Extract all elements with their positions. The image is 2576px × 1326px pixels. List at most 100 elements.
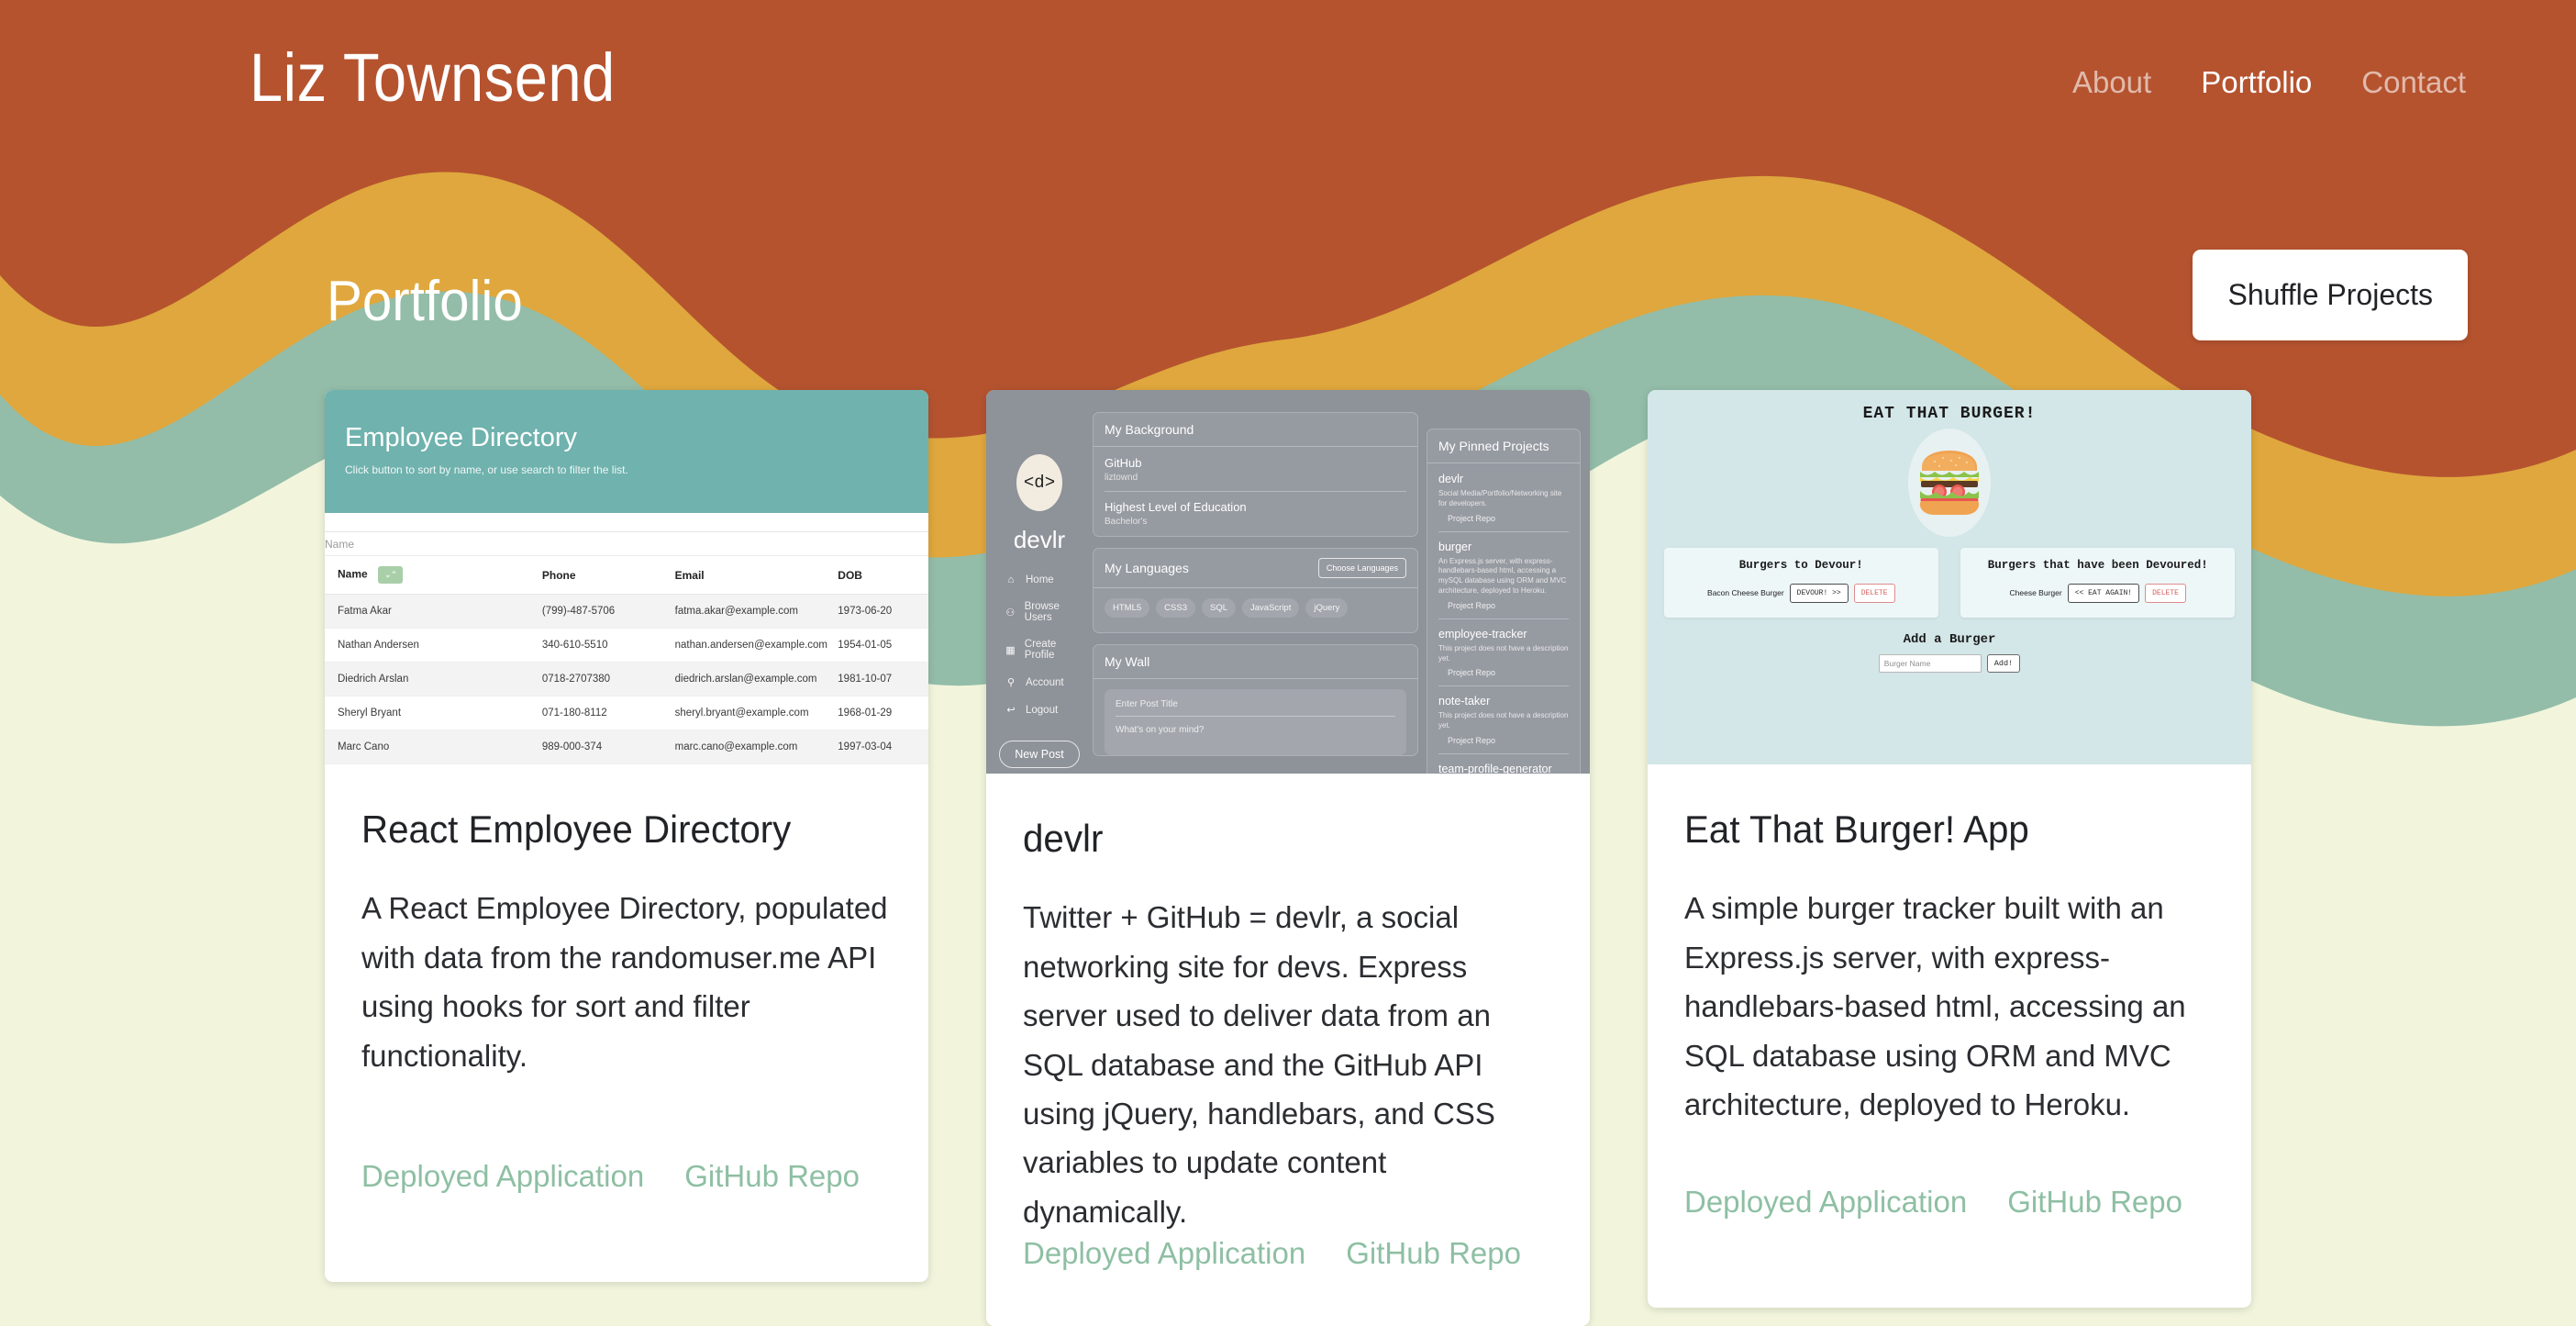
pinned-project-desc: This project does not have a description… (1438, 711, 1569, 730)
language-tag: SQL (1201, 598, 1236, 618)
devour-button[interactable]: DEVOUR! >> (1789, 583, 1849, 603)
page-title-row: Portfolio Shuffle Projects (0, 250, 2576, 340)
ed-search-input[interactable]: Name (325, 531, 928, 556)
burger-row: Cheese Burger << EAT AGAIN! DELETE (1970, 583, 2226, 603)
burgers-devoured-header: Burgers that have been Devoured! (1987, 559, 2208, 572)
my-wall-panel: My Wall Enter Post Title What's on your … (1093, 644, 1418, 756)
project-card-body: devlr Twitter + GitHub = devlr, a social… (986, 774, 1590, 1326)
grid-icon: ▦ (1005, 644, 1016, 656)
sidebar-item-label: Account (1026, 676, 1064, 688)
sidebar-item-account[interactable]: ⚲ Account (1005, 676, 1083, 689)
github-repo-link[interactable]: GitHub Repo (1346, 1236, 1521, 1271)
pinned-project-name: team-profile-generator (1438, 762, 1552, 774)
project-repo-link[interactable]: Project Repo (1448, 668, 1569, 677)
github-repo-link[interactable]: GitHub Repo (2007, 1185, 2182, 1220)
nav-link-about[interactable]: About (2072, 65, 2151, 100)
sidebar-item-browse-users[interactable]: ⚇ Browse Users (1005, 601, 1083, 623)
project-card[interactable]: EAT THAT BURGER! Burgers to Devour! Baco… (1648, 390, 2251, 1308)
post-title-input[interactable]: Enter Post Title (1116, 699, 1395, 717)
ed-table-header-row: Name ⌄⌃ Phone Email DOB (325, 556, 928, 595)
table-row: Diedrich Arslan 0718-2707380 diedrich.ar… (325, 662, 928, 696)
table-row: Marc Cano 989-000-374 marc.cano@example.… (325, 730, 928, 764)
devlr-logo-icon: <d> (1016, 454, 1062, 511)
sidebar-item-label: Home (1026, 574, 1054, 585)
project-links: Deployed Application GitHub Repo (1684, 1185, 2215, 1308)
sidebar-item-logout[interactable]: ↩ Logout (1005, 704, 1083, 717)
project-links: Deployed Application GitHub Repo (1023, 1236, 1553, 1326)
cell-phone: 989-000-374 (541, 730, 675, 764)
pinned-project-name: devlr (1438, 473, 1464, 485)
eat-again-button[interactable]: << EAT AGAIN! (2067, 583, 2140, 603)
ed-table: Name ⌄⌃ Phone Email DOB Fatma Akar (799)… (325, 556, 928, 764)
nav-link-portfolio[interactable]: Portfolio (2201, 65, 2312, 100)
pinned-project-desc: Social Media/Portfolio/Networking site f… (1438, 489, 1562, 507)
my-background-header: My Background (1094, 413, 1417, 447)
ed-col-email: Email (674, 556, 838, 595)
project-card[interactable]: <d> devlr ⌂ Home ⚇ Browse Users ▦ Create… (986, 390, 1590, 1326)
project-thumbnail-eat-that-burger: EAT THAT BURGER! Burgers to Devour! Baco… (1648, 390, 2251, 764)
pinned-project-name: employee-tracker (1438, 627, 1527, 641)
burger-name: Bacon Cheese Burger (1707, 588, 1784, 598)
sidebar-item-label: Logout (1026, 704, 1059, 716)
table-row: Nathan Andersen 340-610-5510 nathan.ande… (325, 628, 928, 663)
project-thumbnail-employee-directory: Employee Directory Click button to sort … (325, 390, 928, 764)
delete-button[interactable]: DELETE (1853, 583, 1895, 603)
project-repo-link[interactable]: Project Repo (1448, 514, 1569, 523)
shuffle-projects-button[interactable]: Shuffle Projects (2193, 250, 2468, 340)
burger-illustration-backdrop (1908, 429, 1991, 537)
nav-link-contact[interactable]: Contact (2361, 65, 2466, 100)
devlr-right-column: My Pinned Projects devlr Social Media/Po… (1427, 405, 1581, 774)
new-post-button[interactable]: New Post (999, 741, 1080, 768)
cell-dob: 1954-01-05 (838, 628, 928, 663)
github-value: liztownd (1105, 473, 1138, 483)
pinned-project-desc: An Express.js server, with express-handl… (1438, 556, 1567, 595)
new-post-composer[interactable]: Enter Post Title What's on your mind? (1105, 689, 1406, 755)
divider (1438, 752, 1569, 754)
choose-languages-button[interactable]: Choose Languages (1317, 558, 1406, 578)
pinned-projects-panel: My Pinned Projects devlr Social Media/Po… (1427, 429, 1581, 774)
add-burger-button[interactable]: Add! (1986, 653, 2021, 673)
project-card[interactable]: Employee Directory Click button to sort … (325, 390, 928, 1282)
devlr-sidebar: <d> devlr ⌂ Home ⚇ Browse Users ▦ Create… (995, 405, 1083, 774)
project-links: Deployed Application GitHub Repo (361, 1159, 892, 1282)
project-description: Twitter + GitHub = devlr, a social netwo… (1023, 900, 1495, 1229)
cell-name: Nathan Andersen (325, 628, 542, 663)
project-card-body: Eat That Burger! App A simple burger tra… (1648, 764, 2251, 1308)
divider (1438, 685, 1569, 687)
table-row: Fatma Akar (799)-487-5706 fatma.akar@exa… (325, 594, 928, 629)
ed-col-name[interactable]: Name ⌄⌃ (325, 556, 542, 595)
project-title: React Employee Directory (361, 808, 792, 851)
cell-phone: 340-610-5510 (541, 628, 675, 663)
post-body-input[interactable]: What's on your mind? (1116, 725, 1395, 735)
my-background-panel: My Background GitHub liztownd Highest Le… (1093, 412, 1418, 537)
pinned-project: team-profile-generator This project does… (1438, 763, 1569, 774)
project-description: A simple burger tracker built with an Ex… (1684, 891, 2186, 1121)
add-burger-header: Add a Burger (1903, 631, 1996, 647)
cell-dob: 1981-10-07 (838, 662, 928, 696)
project-repo-link[interactable]: Project Repo (1448, 601, 1569, 610)
cell-email: fatma.akar@example.com (674, 594, 838, 629)
deployed-application-link[interactable]: Deployed Application (1023, 1236, 1305, 1271)
devlr-left-column: My Background GitHub liztownd Highest Le… (1093, 405, 1418, 774)
sidebar-item-create-profile[interactable]: ▦ Create Profile (1005, 639, 1083, 661)
pinned-projects-header: My Pinned Projects (1427, 429, 1580, 463)
divider (1105, 491, 1406, 492)
ed-sort-toggle-icon[interactable]: ⌄⌃ (378, 566, 404, 584)
ed-hero-title: Employee Directory (345, 423, 578, 452)
pinned-project: note-taker This project does not have a … (1438, 695, 1569, 745)
project-repo-link[interactable]: Project Repo (1448, 736, 1569, 745)
ed-hero-subtitle: Click button to sort by name, or use sea… (345, 463, 628, 476)
site-brand: Liz Townsend (250, 39, 616, 116)
language-tag: CSS3 (1156, 598, 1195, 618)
language-tag: JavaScript (1242, 598, 1300, 618)
burgers-to-devour-panel: Burgers to Devour! Bacon Cheese Burger D… (1664, 548, 1938, 618)
github-repo-link[interactable]: GitHub Repo (684, 1159, 860, 1194)
cell-email: diedrich.arslan@example.com (674, 662, 838, 696)
sidebar-item-home[interactable]: ⌂ Home (1005, 574, 1083, 585)
logout-icon: ↩ (1006, 705, 1016, 716)
deployed-application-link[interactable]: Deployed Application (361, 1159, 644, 1194)
burgers-devoured-panel: Burgers that have been Devoured! Cheese … (1960, 548, 2235, 618)
burger-name-input[interactable]: Burger Name (1878, 653, 1982, 673)
delete-button[interactable]: DELETE (2145, 583, 2186, 603)
deployed-application-link[interactable]: Deployed Application (1684, 1185, 1967, 1220)
